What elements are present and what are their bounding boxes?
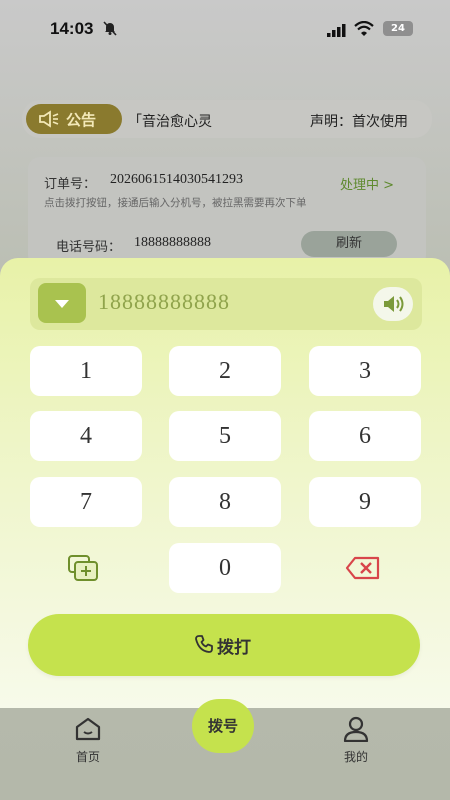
key-8[interactable]: 8 [169, 477, 281, 527]
key-4[interactable]: 4 [30, 411, 142, 461]
order-number: 2026061514030541293 [110, 172, 243, 187]
phone-icon [194, 634, 214, 658]
phone-number: 18888888888 [134, 235, 211, 250]
call-button-label: 拨打 [217, 638, 251, 658]
order-number-label: 订单号： [44, 177, 97, 192]
mute-bell-icon [102, 20, 118, 36]
status-time: 14:03 [50, 19, 94, 38]
key-9[interactable]: 9 [309, 477, 421, 527]
dial-number-text: 18888888888 [98, 289, 230, 314]
tab-mine-label: 我的 [343, 750, 368, 764]
tab-home-label: 首页 [75, 750, 100, 764]
notice-disclaimer[interactable]: 声明：首次使用 [310, 111, 408, 131]
notice-badge-label: 公告 [66, 111, 97, 129]
status-bar: 14:03 24 [0, 0, 450, 60]
backspace-icon[interactable] [345, 555, 381, 585]
number-dropdown-button[interactable] [38, 283, 86, 323]
chevron-down-icon [55, 300, 69, 308]
key-3[interactable]: 3 [309, 346, 421, 396]
home-icon [75, 717, 101, 741]
order-hint: 点击拨打按钮，接通后输入分机号，被拉黑需要再次下单 [44, 197, 307, 209]
tab-mine[interactable]: 我的 [328, 716, 384, 765]
battery-indicator: 24 [383, 21, 413, 36]
key-2[interactable]: 2 [169, 346, 281, 396]
cellular-signal-icon [327, 22, 347, 41]
key-7[interactable]: 7 [30, 477, 142, 527]
notice-text: 「音治愈心灵 [128, 114, 212, 130]
user-icon [343, 716, 369, 743]
speaker-announcement-icon [38, 110, 60, 132]
add-contact-icon[interactable] [66, 553, 102, 583]
key-6[interactable]: 6 [309, 411, 421, 461]
refresh-button[interactable]: 刷新 [301, 231, 397, 257]
speaker-button[interactable] [373, 287, 413, 321]
key-0[interactable]: 0 [169, 543, 281, 593]
wifi-icon [354, 20, 374, 40]
tab-dial[interactable]: 拨号 [192, 699, 254, 753]
notice-badge: 公告 [26, 104, 122, 134]
key-5[interactable]: 5 [169, 411, 281, 461]
phone-number-label: 电话号码： [56, 240, 122, 255]
order-status-link[interactable]: 处理中 > [340, 174, 394, 193]
call-button[interactable]: 拨打 [28, 614, 420, 676]
tab-home[interactable]: 首页 [60, 716, 116, 765]
key-1[interactable]: 1 [30, 346, 142, 396]
speaker-volume-icon [384, 296, 404, 312]
